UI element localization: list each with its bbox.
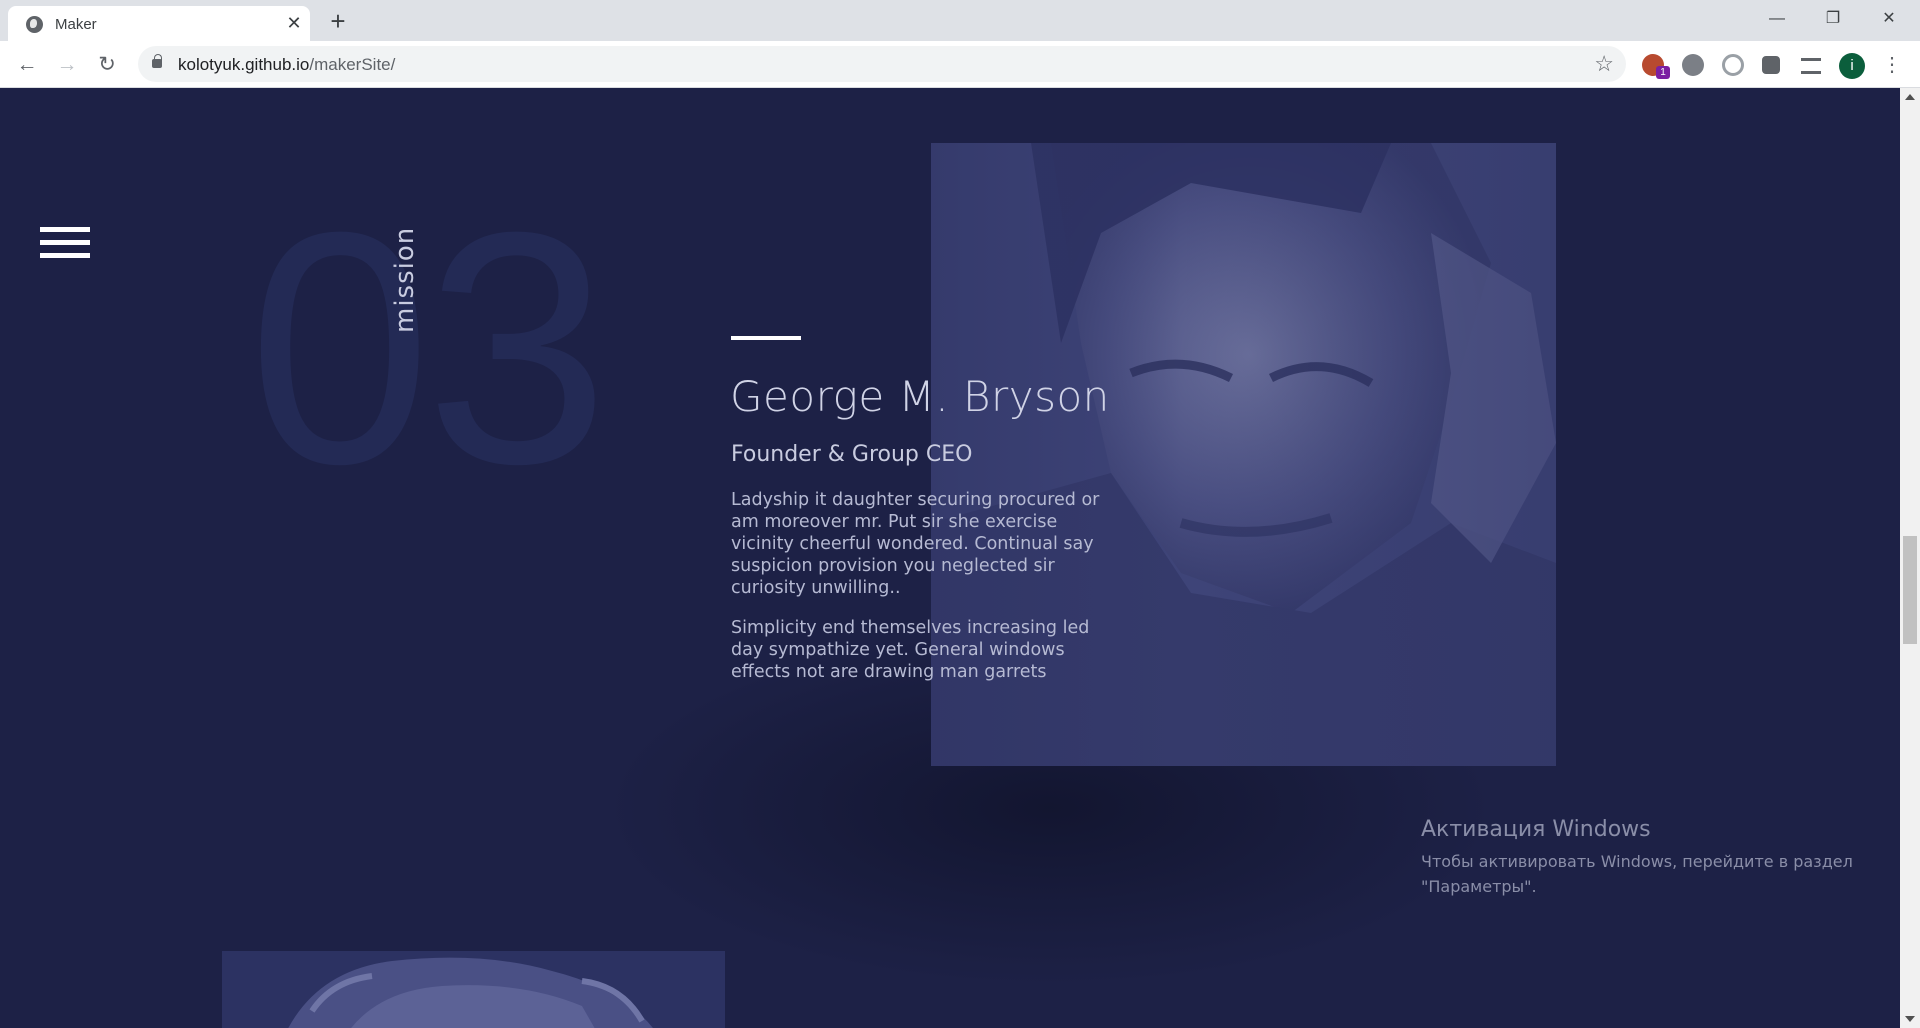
windows-activation-notice: Активация Windows Чтобы активировать Win…	[1421, 815, 1861, 899]
bio-paragraph: Ladyship it daughter securing procured o…	[731, 490, 1100, 598]
section-label: mission	[390, 226, 420, 333]
section-number: 03	[248, 163, 609, 532]
browser-menu-icon[interactable]: ⋮	[1882, 50, 1902, 80]
extension-gray-icon[interactable]	[1682, 54, 1704, 76]
partial-photo-illustration	[222, 951, 725, 1028]
tab-title: Maker	[55, 16, 97, 33]
hamburger-menu-icon[interactable]	[40, 227, 90, 259]
extension-badge: 1	[1656, 66, 1670, 79]
scrollbar-thumb[interactable]	[1903, 536, 1917, 644]
page-scrollbar[interactable]	[1900, 88, 1920, 1028]
media-queue-icon[interactable]	[1801, 58, 1821, 74]
accent-divider	[731, 336, 801, 340]
close-window-button[interactable]: ✕	[1866, 4, 1912, 34]
browser-tab[interactable]: Maker ✕	[8, 6, 310, 41]
reload-button[interactable]: ↻	[92, 50, 122, 80]
scroll-down-arrow-icon[interactable]	[1905, 1016, 1915, 1022]
bio-paragraph: Simplicity end themselves increasing led…	[731, 618, 1090, 682]
windows-activation-message: Чтобы активировать Windows, перейдите в …	[1421, 852, 1853, 896]
profile-avatar[interactable]: i	[1839, 53, 1865, 79]
lock-icon[interactable]	[152, 54, 162, 68]
windows-activation-title: Активация Windows	[1421, 817, 1651, 842]
minimize-button[interactable]: —	[1754, 4, 1800, 34]
extension-circle-icon[interactable]	[1722, 54, 1744, 76]
browser-toolbar: ← → ↻ kolotyuk.github.io/makerSite/ ☆ 1 …	[0, 41, 1920, 88]
globe-icon	[26, 16, 43, 33]
next-section-photo	[222, 951, 725, 1028]
puzzle-icon[interactable]	[1762, 56, 1780, 74]
scroll-up-arrow-icon[interactable]	[1905, 94, 1915, 100]
tampermonkey-icon[interactable]: 1	[1642, 54, 1670, 79]
forward-button[interactable]: →	[52, 50, 82, 80]
person-name: George M. Bryson	[730, 372, 1110, 421]
bookmark-star-icon[interactable]: ☆	[1594, 52, 1614, 76]
close-tab-icon[interactable]: ✕	[284, 13, 304, 33]
address-bar[interactable]: kolotyuk.github.io/makerSite/ ☆	[138, 46, 1626, 82]
page-viewport: 03 mission George M. Bryson Founder & Gr…	[0, 88, 1900, 1028]
browser-tab-strip: Maker ✕ + — ❐ ✕	[0, 0, 1920, 41]
restore-button[interactable]: ❐	[1810, 4, 1856, 34]
back-button[interactable]: ←	[12, 50, 42, 80]
url-text[interactable]: kolotyuk.github.io/makerSite/	[178, 55, 395, 75]
new-tab-button[interactable]: +	[324, 8, 352, 36]
person-role: Founder & Group CEO	[731, 442, 973, 467]
